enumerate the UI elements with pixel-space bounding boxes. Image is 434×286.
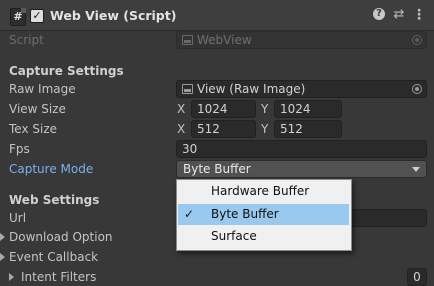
- capture-settings-heading: Capture Settings: [9, 64, 124, 78]
- view-size-y-input[interactable]: 1024: [274, 100, 342, 118]
- foldout-arrow-icon[interactable]: [0, 233, 5, 241]
- menu-item-label: Surface: [211, 229, 257, 243]
- foldout-arrow-icon[interactable]: [9, 273, 14, 281]
- fps-label: Fps: [9, 142, 30, 156]
- checkmark-icon: ✓: [183, 207, 195, 221]
- menu-item-label: Hardware Buffer: [211, 184, 310, 198]
- object-picker-icon: [412, 35, 422, 45]
- tex-size-y-input[interactable]: 512: [274, 120, 342, 138]
- capture-mode-dropdown[interactable]: Byte Buffer: [176, 160, 427, 178]
- view-size-label: View Size: [9, 102, 66, 116]
- capture-mode-label: Capture Mode: [9, 162, 94, 176]
- view-size-y-label: Y: [261, 102, 269, 116]
- event-callback-label[interactable]: Event Callback: [9, 250, 98, 264]
- foldout-arrow-icon[interactable]: [0, 253, 5, 261]
- tex-size-label: Tex Size: [9, 122, 58, 136]
- fps-input[interactable]: 30: [176, 140, 427, 158]
- raw-image-value: View (Raw Image): [197, 82, 306, 96]
- capture-mode-menu: Hardware Buffer ✓ Byte Buffer Surface: [176, 179, 352, 251]
- help-icon[interactable]: ?: [373, 8, 385, 20]
- script-field-value: WebView: [197, 33, 252, 47]
- script-field: WebView: [176, 31, 427, 49]
- tex-size-x-label: X: [177, 122, 186, 136]
- menu-item-label: Byte Buffer: [211, 207, 279, 221]
- script-label: Script: [9, 33, 44, 47]
- raw-image-icon: [182, 84, 193, 94]
- chevron-down-icon: [412, 167, 420, 172]
- component-title: Web View (Script): [50, 8, 177, 23]
- menu-item-hardware-buffer[interactable]: Hardware Buffer: [178, 181, 349, 202]
- menu-item-byte-buffer[interactable]: ✓ Byte Buffer: [178, 204, 349, 225]
- tex-size-y-label: Y: [261, 122, 269, 136]
- intent-filters-count[interactable]: 0: [407, 268, 427, 286]
- tex-size-x-input[interactable]: 512: [191, 120, 256, 138]
- download-option-label[interactable]: Download Option: [9, 230, 113, 244]
- more-options-icon[interactable]: ⋮: [412, 8, 426, 22]
- script-icon: #: [10, 8, 26, 26]
- presets-icon[interactable]: ⇄: [392, 8, 406, 22]
- url-label: Url: [9, 211, 27, 225]
- raw-image-field[interactable]: View (Raw Image): [176, 80, 427, 98]
- component-enabled-checkbox[interactable]: ✓: [30, 9, 44, 23]
- raw-image-label: Raw Image: [9, 82, 76, 96]
- web-settings-heading: Web Settings: [9, 193, 100, 207]
- intent-filters-label[interactable]: Intent Filters: [21, 270, 96, 284]
- menu-item-surface[interactable]: Surface: [178, 226, 349, 247]
- view-size-x-input[interactable]: 1024: [191, 100, 256, 118]
- capture-mode-value: Byte Buffer: [183, 162, 251, 176]
- script-file-icon: [182, 35, 193, 45]
- view-size-x-label: X: [177, 102, 186, 116]
- object-picker-icon[interactable]: [412, 84, 422, 94]
